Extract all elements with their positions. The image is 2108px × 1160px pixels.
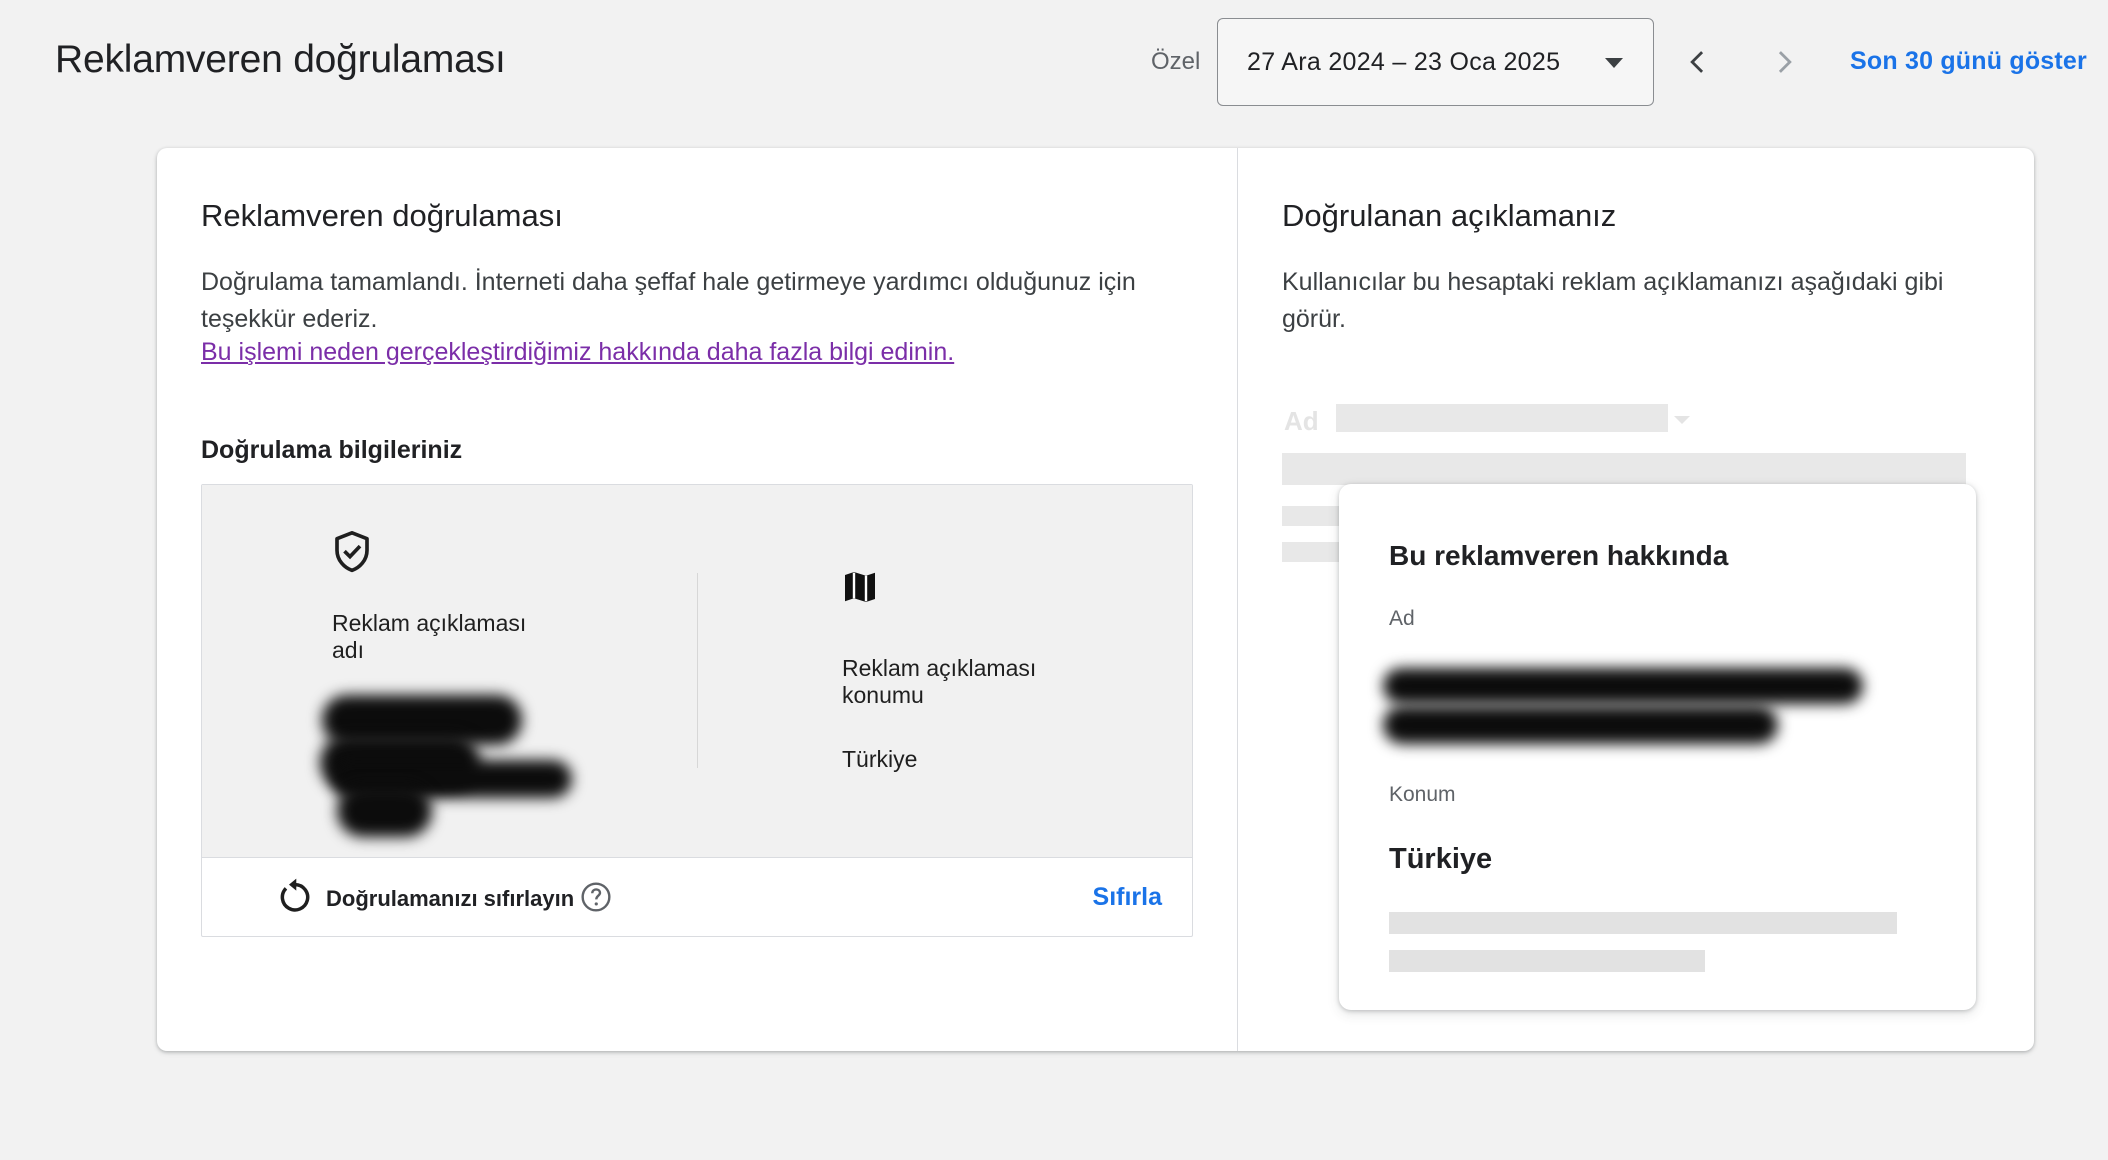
verified-disclosure-description-line: Kullanıcılar bu hesaptaki reklam açıklam… [1282,268,1944,296]
verified-disclosure-title: Doğrulanan açıklamanız [1282,198,1617,233]
column-divider [697,573,698,768]
caret-down-icon [1605,58,1623,68]
period-type-label: Özel [1151,48,1201,75]
reset-button[interactable]: Sıfırla [1093,883,1162,912]
date-range-value: 27 Ara 2024 – 23 Oca 2025 [1247,47,1561,76]
learn-more-link[interactable]: Bu işlemi neden gerçekleştirdiğimiz hakk… [201,338,954,367]
shield-check-icon [335,531,369,573]
verification-panel: Reklamveren doğrulaması Doğrulama tamaml… [157,148,1237,1051]
page-title: Reklamveren doğrulaması [55,38,506,81]
verification-title: Reklamveren doğrulaması [201,198,563,233]
date-range-select[interactable]: 27 Ara 2024 – 23 Oca 2025 [1217,18,1654,106]
reset-icon [280,878,310,912]
chevron-left-icon [1690,51,1704,73]
map-icon [845,572,875,602]
ghost-caret-down-icon [1674,416,1690,424]
ad-location-label: Reklam açıklaması konumu [842,655,1036,709]
show-last-30-days-link[interactable]: Son 30 günü göster [1850,47,2087,76]
reset-verification-row: Doğrulamanızı sıfırlayın Sıfırla [202,859,1192,937]
reset-verification-label: Doğrulamanızı sıfırlayın [326,886,575,911]
previous-period-button[interactable] [1674,38,1722,86]
ad-name-label-line: adı [332,637,364,663]
ad-location-value: Türkiye [842,746,918,772]
verified-disclosure-description: Kullanıcılar bu hesaptaki reklam açıklam… [1282,264,2002,338]
about-name-label: Ad [1389,607,1415,630]
ad-name-label-line: Reklam açıklaması [332,610,527,636]
about-advertiser-card: Bu reklamveren hakkında Ad Konum Türkiye [1339,484,1976,1010]
verification-info-box: Reklam açıklaması adı Reklam açıklaması … [201,484,1193,937]
verified-disclosure-description-line: görür. [1282,305,1346,333]
ad-name-label: Reklam açıklaması adı [332,610,526,664]
ad-location-label-line: Reklam açıklaması [842,655,1037,681]
verification-description: Doğrulama tamamlandı. İnterneti daha şef… [201,264,1201,338]
verification-description-line: teşekkür ederiz. [201,305,378,333]
next-period-button[interactable] [1760,38,1808,86]
placeholder-bar [1389,912,1897,934]
about-location-label: Konum [1389,783,1456,806]
verification-info-details: Reklam açıklaması adı Reklam açıklaması … [202,485,1192,858]
help-icon[interactable] [580,881,612,913]
verification-info-title: Doğrulama bilgileriniz [201,436,463,464]
ghost-ad-label: Ad [1284,406,1319,436]
chevron-right-icon [1778,51,1792,73]
verified-disclosure-panel: Doğrulanan açıklamanız Kullanıcılar bu h… [1238,148,2034,1051]
placeholder-bar [1389,950,1705,972]
about-advertiser-title: Bu reklamveren hakkında [1389,540,1729,571]
verification-card: Reklamveren doğrulaması Doğrulama tamaml… [157,148,2034,1051]
verification-description-line: Doğrulama tamamlandı. İnterneti daha şef… [201,268,1136,296]
page: Reklamveren doğrulaması Özel 27 Ara 2024… [0,0,2108,1160]
ad-location-label-line: konumu [842,682,924,708]
about-location-value: Türkiye [1389,843,1493,875]
